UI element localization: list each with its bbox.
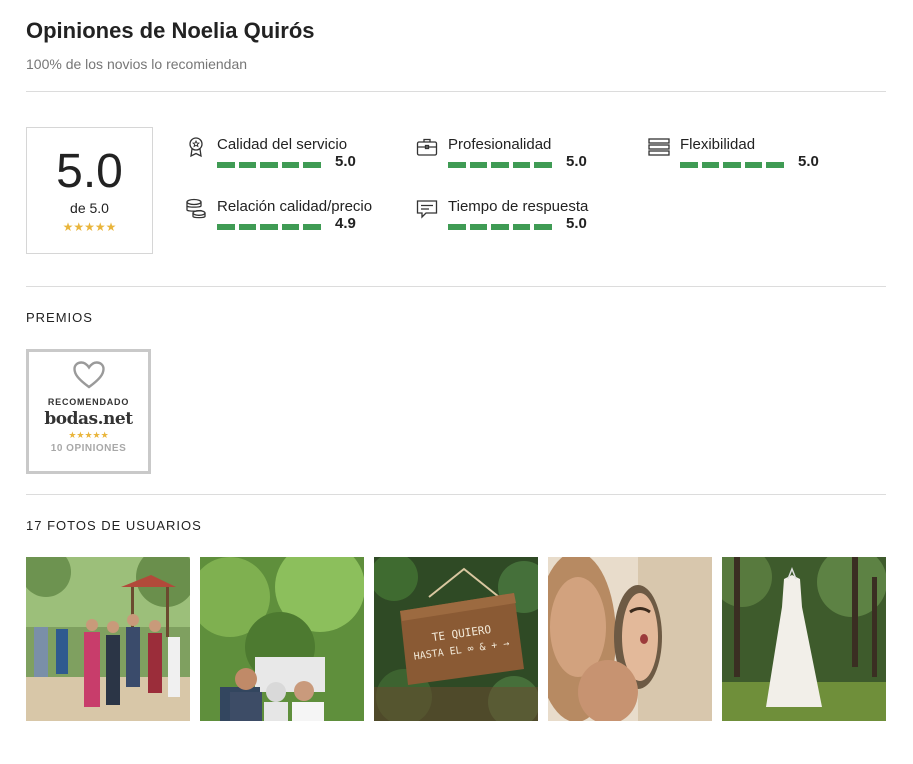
category-label: Profesionalidad (448, 136, 552, 153)
rating-stars: ★★★★★ (62, 220, 117, 234)
category-relacion-calidad-precio: Relación calidad/precio 4.9 (185, 198, 405, 238)
category-label: Tiempo de respuesta (448, 198, 589, 215)
category-tiempo-respuesta: Tiempo de respuesta 5.0 (416, 198, 636, 238)
category-label: Flexibilidad (680, 136, 756, 153)
overall-score-box: 5.0 de 5.0 ★★★★★ (26, 127, 153, 254)
score-scale: de 5.0 (70, 200, 109, 216)
award-brand: bodas.net (44, 409, 133, 429)
rating-bar (217, 224, 321, 230)
award-recommended-label: RECOMENDADO (47, 397, 130, 407)
chat-bubble-icon (416, 198, 438, 220)
rating-bar (448, 224, 552, 230)
coins-stack-icon (185, 198, 207, 220)
category-value: 4.9 (335, 215, 356, 232)
awards-heading: PREMIOS (26, 310, 93, 325)
award-ribbon-icon (185, 136, 207, 158)
category-value: 5.0 (335, 153, 356, 170)
recommended-award-badge[interactable]: RECOMENDADO bodas.net ★★★★★ 10 OPINIONES (26, 349, 151, 474)
recommendation-subtitle: 100% de los novios lo recomiendan (26, 56, 248, 72)
category-value: 5.0 (566, 153, 587, 170)
category-label: Calidad del servicio (217, 136, 348, 153)
rating-bar (680, 162, 784, 168)
category-value: 5.0 (798, 153, 819, 170)
wedding-guests-photo[interactable] (26, 557, 190, 721)
overall-score: 5.0 (56, 145, 123, 198)
couple-portrait-photo[interactable] (200, 557, 364, 721)
flexibility-bars-icon (648, 136, 670, 158)
divider (26, 494, 886, 495)
heart-icon (29, 360, 148, 395)
award-stars: ★★★★★ (68, 430, 109, 440)
category-flexibilidad: Flexibilidad 5.0 (648, 136, 868, 176)
mirror-makeup-photo[interactable] (548, 557, 712, 721)
divider (26, 286, 886, 287)
divider (26, 91, 886, 92)
photos-heading: 17 FOTOS DE USUARIOS (26, 518, 202, 533)
wedding-dress-photo[interactable] (722, 557, 886, 721)
wooden-sign-photo[interactable]: TE QUIERO HASTA EL ∞ & + → (374, 557, 538, 721)
rating-bar (448, 162, 552, 168)
award-review-count: 10 OPINIONES (50, 443, 127, 454)
category-value: 5.0 (566, 215, 587, 232)
page-title: Opiniones de Noelia Quirós (26, 18, 315, 43)
category-calidad-servicio: Calidad del servicio 5.0 (185, 136, 405, 176)
briefcase-icon (416, 136, 438, 158)
rating-bar (217, 162, 321, 168)
category-label: Relación calidad/precio (217, 198, 373, 215)
category-profesionalidad: Profesionalidad 5.0 (416, 136, 636, 176)
